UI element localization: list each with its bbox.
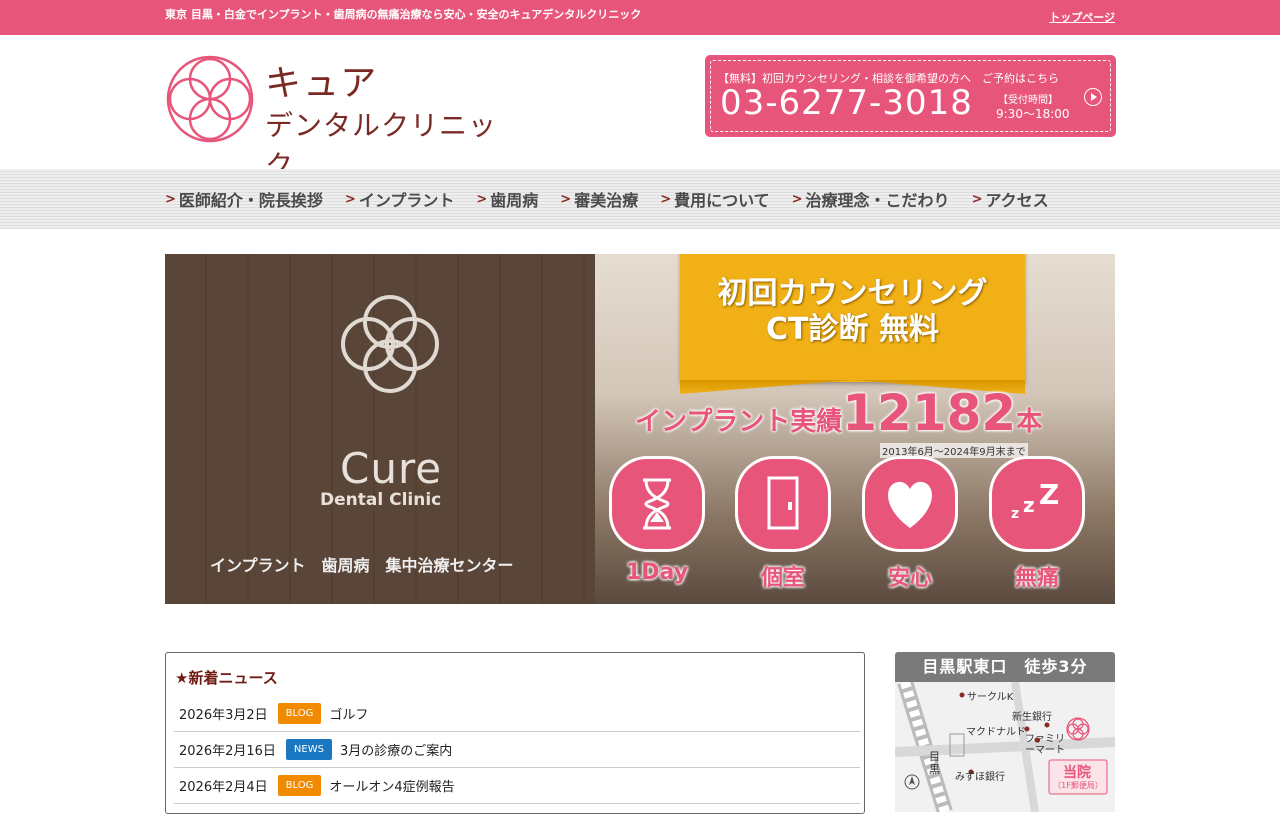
map-label-clinic-sub: （1F郵便局） — [1053, 781, 1103, 790]
sign-dental-clinic: Dental Clinic — [320, 490, 442, 510]
svg-text:z: z — [1011, 506, 1019, 522]
door-icon — [767, 476, 799, 530]
nav-item-periodontal[interactable]: > 歯周病 — [476, 187, 538, 211]
clinic-logo[interactable]: キュア デンタルクリニック — [165, 54, 525, 182]
chevron-right-icon: > — [344, 191, 356, 207]
news-badge: BLOG — [277, 702, 322, 724]
map-label-clinic: 当院 — [1063, 765, 1091, 781]
news-date: 2026年2月16日 — [179, 743, 276, 759]
news-text[interactable]: ゴルフ — [329, 704, 368, 723]
implant-record: インプラント実績12182本 — [635, 384, 1042, 442]
map-label-station: 目黒 — [929, 750, 940, 776]
nav-item-philosophy[interactable]: > 治療理念・こだわり — [792, 187, 950, 211]
nav-item-label: アクセス — [985, 191, 1049, 210]
nav-item-label: 治療理念・こだわり — [805, 191, 950, 210]
feature-1day: 1Day — [607, 456, 707, 591]
play-arrow-icon[interactable] — [1084, 88, 1102, 106]
news-text[interactable]: 3月の診療のご案内 — [340, 740, 452, 759]
feature-badge — [862, 456, 958, 552]
ribbon-line2: CT診断 無料 — [766, 312, 939, 347]
nav-item-implant[interactable]: > インプラント — [345, 187, 454, 211]
chevron-right-icon: > — [971, 191, 983, 207]
chevron-right-icon: > — [165, 191, 176, 207]
nav-item-label: 医師紹介・院長挨拶 — [178, 191, 323, 210]
heart-icon — [888, 481, 932, 528]
record-unit: 本 — [1016, 407, 1043, 437]
access-title: 目黒駅東口 徒歩3分 — [895, 652, 1115, 682]
nav-item-label: 歯周病 — [490, 191, 539, 210]
feature-private-room: 個室 — [733, 456, 833, 591]
news-item[interactable]: 2026年2月16日 NEWS 3月の診療のご案内 — [174, 731, 860, 768]
sleep-zzz-icon: z z Z — [1011, 478, 1059, 522]
news-item[interactable]: 2026年2月4日 BLOG オールオン4症例報告 — [174, 767, 860, 804]
contact-banner[interactable]: 【無料】初回カウンセリング・相談を御希望の方へ ご予約はこちら 03-6277-… — [706, 56, 1115, 136]
nav-item-doctors[interactable]: > 医師紹介・院長挨拶 — [165, 187, 323, 211]
feature-badge: z z Z — [989, 456, 1085, 552]
news-title: ★新着ニュース — [175, 669, 278, 687]
feature-badge — [735, 456, 831, 552]
map-label-circlek: サークルK — [967, 692, 1014, 703]
free-counseling-ribbon: 初回カウンセリング CT診断 無料 — [680, 254, 1025, 382]
map-label-shinsei: 新生銀行 — [1012, 712, 1052, 723]
hero-banner[interactable]: Cure Dental Clinic インプラント 歯周病 集中治療センター 初… — [165, 254, 1115, 604]
map-label-mcdonalds: マクドナルド — [966, 727, 1026, 738]
record-label: インプラント実績 — [635, 407, 843, 437]
nav-item-label: 費用について — [674, 191, 770, 210]
news-date: 2026年2月4日 — [179, 779, 268, 795]
chevron-right-icon: > — [476, 191, 488, 207]
nav-item-fees[interactable]: > 費用について — [660, 187, 769, 211]
feature-badge — [609, 456, 705, 552]
news-badge: BLOG — [277, 774, 322, 796]
svg-text:z: z — [1023, 493, 1035, 517]
hours-label: 【受付時間】 — [998, 95, 1058, 106]
news-panel: ★新着ニュース 2026年3月2日 BLOG ゴルフ 2026年2月16日 NE… — [165, 652, 865, 814]
chevron-right-icon: > — [791, 191, 803, 207]
access-map[interactable]: サークルK 新生銀行 マクドナルド ファミリーマート みずほ銀行 目黒 当院 （… — [895, 682, 1115, 812]
nav-item-label: インプラント — [358, 191, 455, 210]
feature-safe: 安心 — [860, 456, 960, 591]
hourglass-icon — [643, 478, 671, 530]
map-label-mizuho: みずほ銀行 — [955, 772, 1005, 783]
access-panel[interactable]: 目黒駅東口 徒歩3分 サークルK 新生銀行 マクドナルド ファミリーマート みず… — [895, 652, 1115, 812]
news-item[interactable]: 2026年3月2日 BLOG ゴルフ — [174, 695, 860, 732]
chevron-right-icon: > — [660, 191, 672, 207]
logo-name-line1: キュア — [265, 63, 379, 104]
top-bar: 東京 目黒・白金でインプラント・歯周病の無痛治療なら安心・安全のキュアデンタルク… — [0, 0, 1280, 35]
svg-text:Z: Z — [1039, 478, 1059, 511]
chevron-right-icon: > — [560, 191, 572, 207]
nav-item-label: 審美治療 — [574, 191, 639, 210]
sign-departments: インプラント 歯周病 集中治療センター — [210, 556, 514, 575]
top-page-link[interactable]: トップページ — [1049, 9, 1115, 25]
news-badge: NEWS — [285, 738, 332, 760]
news-text[interactable]: オールオン4症例報告 — [329, 776, 454, 795]
feature-label: 個室 — [760, 566, 805, 591]
nav-item-access[interactable]: > アクセス — [972, 187, 1049, 211]
clinic-sign-flower-icon — [341, 295, 439, 393]
nav-item-aesthetic[interactable]: > 審美治療 — [560, 187, 638, 211]
record-number: 12182 — [842, 384, 1017, 442]
map-label-familymart: ファミリーマート — [1025, 734, 1065, 756]
feature-label: 無痛 — [1014, 566, 1059, 591]
site-tagline: 東京 目黒・白金でインプラント・歯周病の無痛治療なら安心・安全のキュアデンタルク… — [165, 8, 642, 21]
hours-value: 9:30〜18:00 — [996, 107, 1070, 121]
flower-logo-icon — [166, 55, 254, 143]
sign-cure: Cure — [340, 444, 443, 493]
phone-number[interactable]: 03-6277-3018 — [720, 83, 973, 123]
feature-painless: z z Z 無痛 — [987, 456, 1087, 591]
main-nav: > 医師紹介・院長挨拶 > インプラント > 歯周病 > 審美治療 > 費用について > 治… — [0, 169, 1280, 229]
feature-label: 1Day — [625, 560, 689, 585]
news-date: 2026年3月2日 — [179, 707, 268, 723]
feature-label: 安心 — [887, 566, 932, 591]
